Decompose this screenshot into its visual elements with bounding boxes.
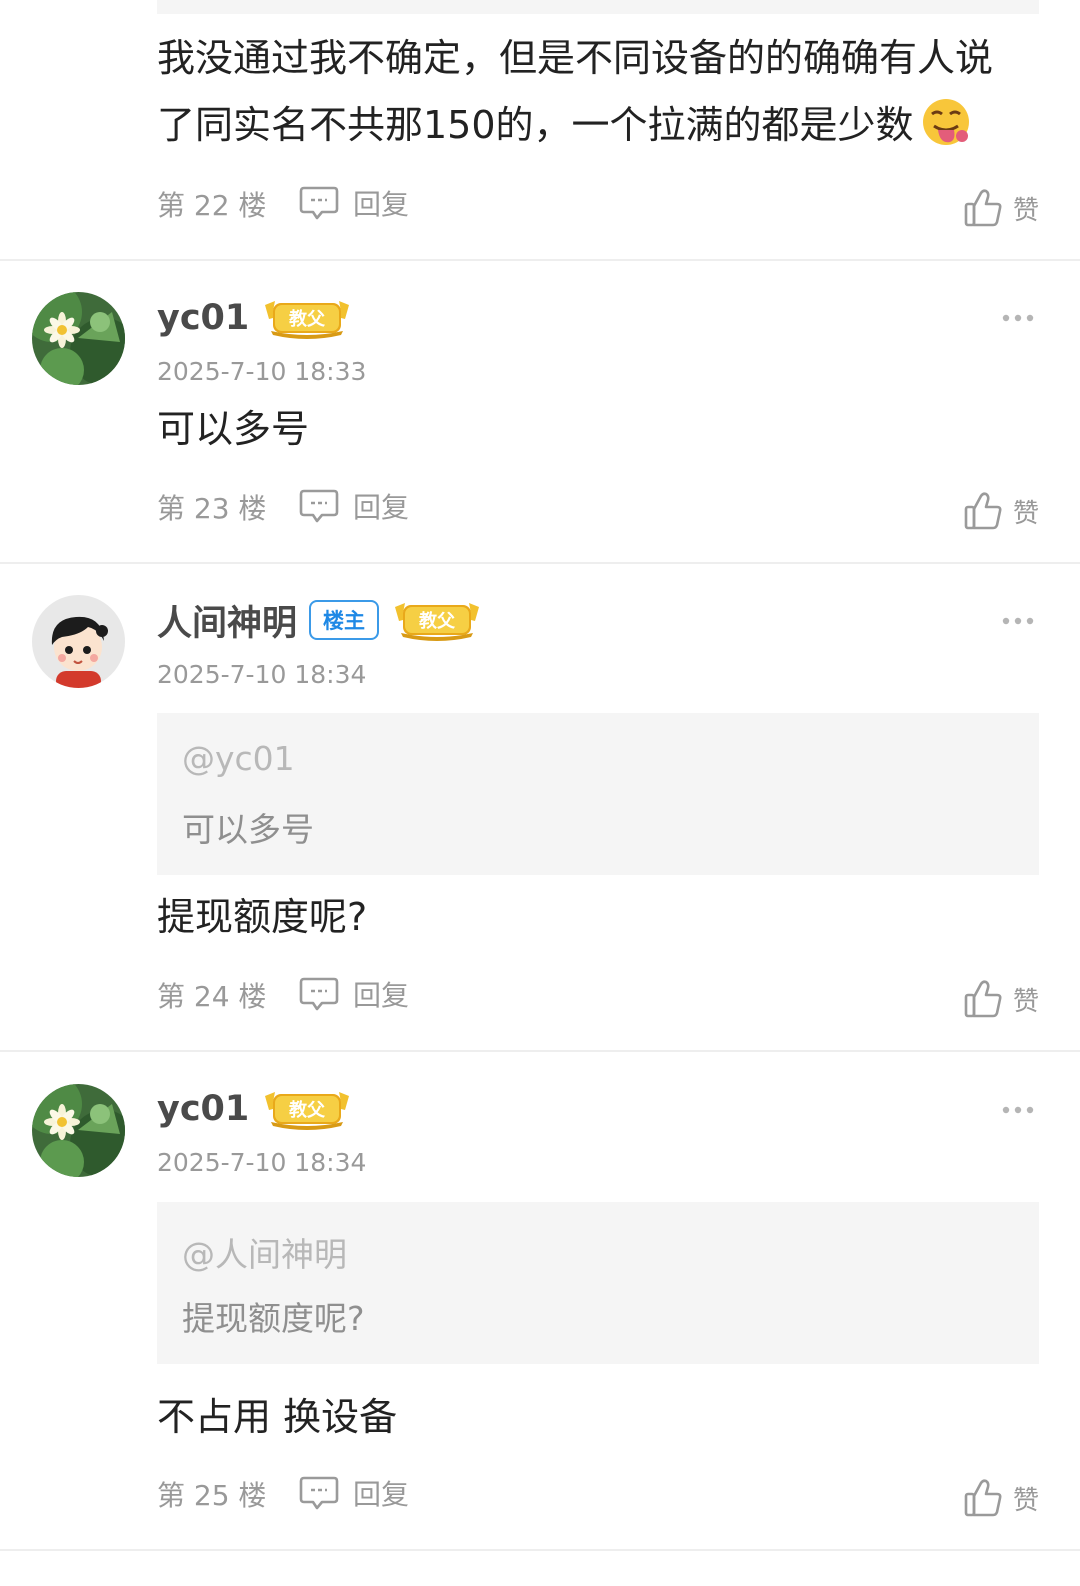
username[interactable]: yc01 [157,1089,249,1129]
owner-badge: 楼主 [309,600,380,640]
post-timestamp: 2025-7-10 18:34 [157,1148,367,1177]
reply-button[interactable]: 回复 [299,481,409,531]
post-content-line: 我没通过我不确定，但是不同设备的的确确有人说 [157,36,994,80]
author-row: yc01 教父 [157,1086,353,1132]
godfather-badge: 教父 [261,297,353,339]
post-divider [0,1050,1080,1052]
badge-label: 教父 [289,1099,326,1121]
floor-number: 第 25 楼 [157,1479,267,1512]
post-footer: 第 24 楼 回复 赞 [157,969,1039,1019]
more-options-button[interactable] [1000,1103,1036,1117]
quoted-text: 提现额度呢? [182,1299,365,1338]
post-divider [0,562,1080,564]
post-footer: 第 22 楼 回复 赞 [157,178,1039,228]
reply-button[interactable]: 回复 [299,1468,409,1518]
badge-label: 教父 [419,610,456,632]
lotus-avatar-image [32,1084,125,1177]
comment-bubble-icon [299,976,339,1012]
post-content-line: 了同实名不共那150的，一个拉满的都是少数 [157,92,1039,159]
reply-label: 回复 [353,491,410,524]
like-label: 赞 [1012,986,1039,1017]
quoted-author: @人间神明 [182,1235,347,1274]
post-content: 不占用 换设备 [157,1395,398,1439]
thumb-up-icon [963,978,1005,1020]
post-content: 可以多号 [157,407,310,451]
quoted-author: @yc01 [182,739,295,778]
like-button[interactable]: 赞 [963,1473,1039,1523]
floor-number: 第 22 楼 [157,189,267,222]
comment-bubble-icon [299,1475,339,1511]
godfather-badge: 教父 [261,1088,353,1130]
floor-number: 第 23 楼 [157,492,267,525]
like-button[interactable]: 赞 [963,486,1039,536]
avatar[interactable] [32,292,125,385]
post-divider [0,259,1080,261]
quoted-reply[interactable]: @人间神明 提现额度呢? [157,1202,1039,1364]
reply-label: 回复 [353,979,410,1012]
more-options-button[interactable] [1000,311,1036,325]
lotus-avatar-image [32,292,125,385]
like-label: 赞 [1012,1485,1039,1516]
username[interactable]: yc01 [157,298,249,338]
like-button[interactable]: 赞 [963,183,1039,233]
avatar[interactable] [32,595,125,688]
like-label: 赞 [1012,498,1039,529]
badge-label: 教父 [289,308,326,330]
comment-bubble-icon [299,488,339,524]
comment-bubble-icon [299,185,339,221]
floor-number: 第 24 楼 [157,980,267,1013]
quoted-reply[interactable]: @yc01 可以多号 [157,713,1039,875]
post-timestamp: 2025-7-10 18:34 [157,660,367,689]
thumb-up-icon [963,1477,1005,1519]
thumb-up-icon [963,490,1005,532]
post-content: 提现额度呢? [157,895,368,939]
tongue-out-emoji-icon [922,99,969,145]
thumb-up-icon [963,187,1005,229]
reply-label: 回复 [353,188,410,221]
post-content-text: 了同实名不共那150的，一个拉满的都是少数 [157,103,914,147]
post-footer: 第 25 楼 回复 赞 [157,1468,1039,1518]
author-row: yc01 教父 [157,295,353,341]
quoted-text: 可以多号 [182,810,314,849]
more-options-button[interactable] [1000,614,1036,628]
godfather-badge: 教父 [391,599,483,641]
reply-button[interactable]: 回复 [299,969,409,1019]
reply-button[interactable]: 回复 [299,178,409,228]
more-dots-icon [1000,1103,1036,1117]
more-dots-icon [1000,311,1036,325]
reply-label: 回复 [353,1478,410,1511]
avatar[interactable] [32,1084,125,1177]
post-timestamp: 2025-7-10 18:33 [157,357,367,386]
like-label: 赞 [1012,195,1039,226]
author-row: 人间神明 楼主 教父 [157,595,483,646]
quote-box-edge [157,0,1039,14]
post-content: 我没通过我不确定，但是不同设备的的确确有人说 了同实名不共那150的，一个拉满的… [157,25,1039,159]
username[interactable]: 人间神明 [157,595,297,646]
more-dots-icon [1000,614,1036,628]
boy-avatar-image [32,595,125,688]
like-button[interactable]: 赞 [963,974,1039,1024]
post-footer: 第 23 楼 回复 赞 [157,481,1039,531]
post-divider [0,1549,1080,1551]
